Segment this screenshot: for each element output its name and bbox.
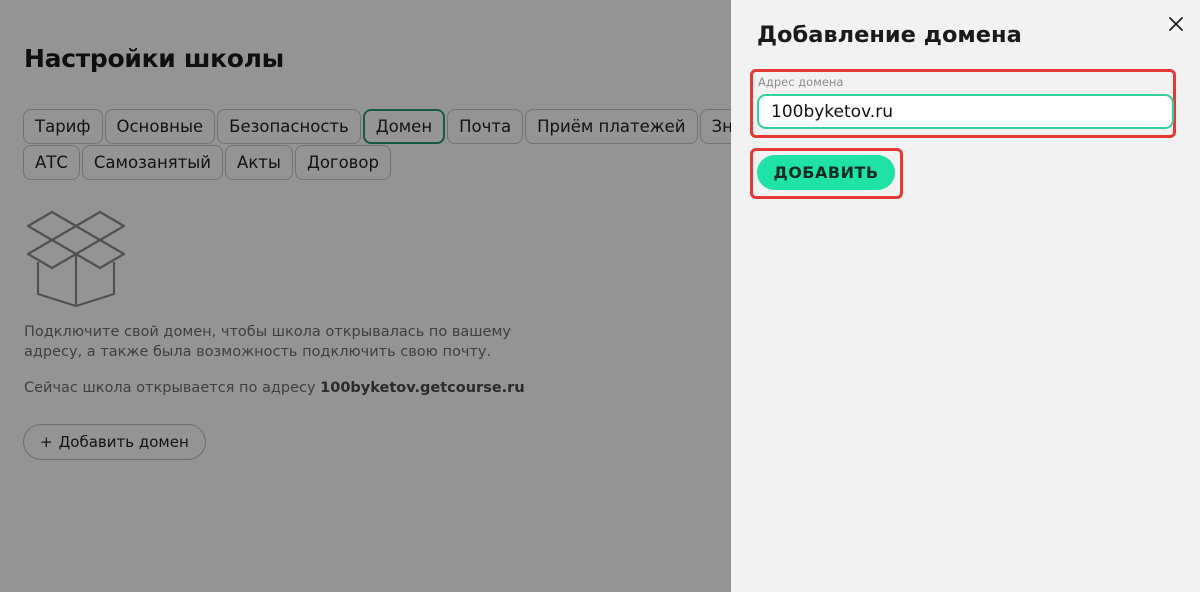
domain-input[interactable] [757,94,1174,129]
modal-overlay[interactable] [0,0,731,592]
drawer-title: Добавление домена [757,22,1022,48]
add-button[interactable]: ДОБАВИТЬ [757,155,895,190]
close-icon [1169,17,1183,31]
add-domain-drawer: Добавление домена Адрес домена ДОБАВИТЬ [731,0,1200,592]
domain-field-label: Адрес домена [758,75,844,89]
close-button[interactable] [1165,13,1187,35]
